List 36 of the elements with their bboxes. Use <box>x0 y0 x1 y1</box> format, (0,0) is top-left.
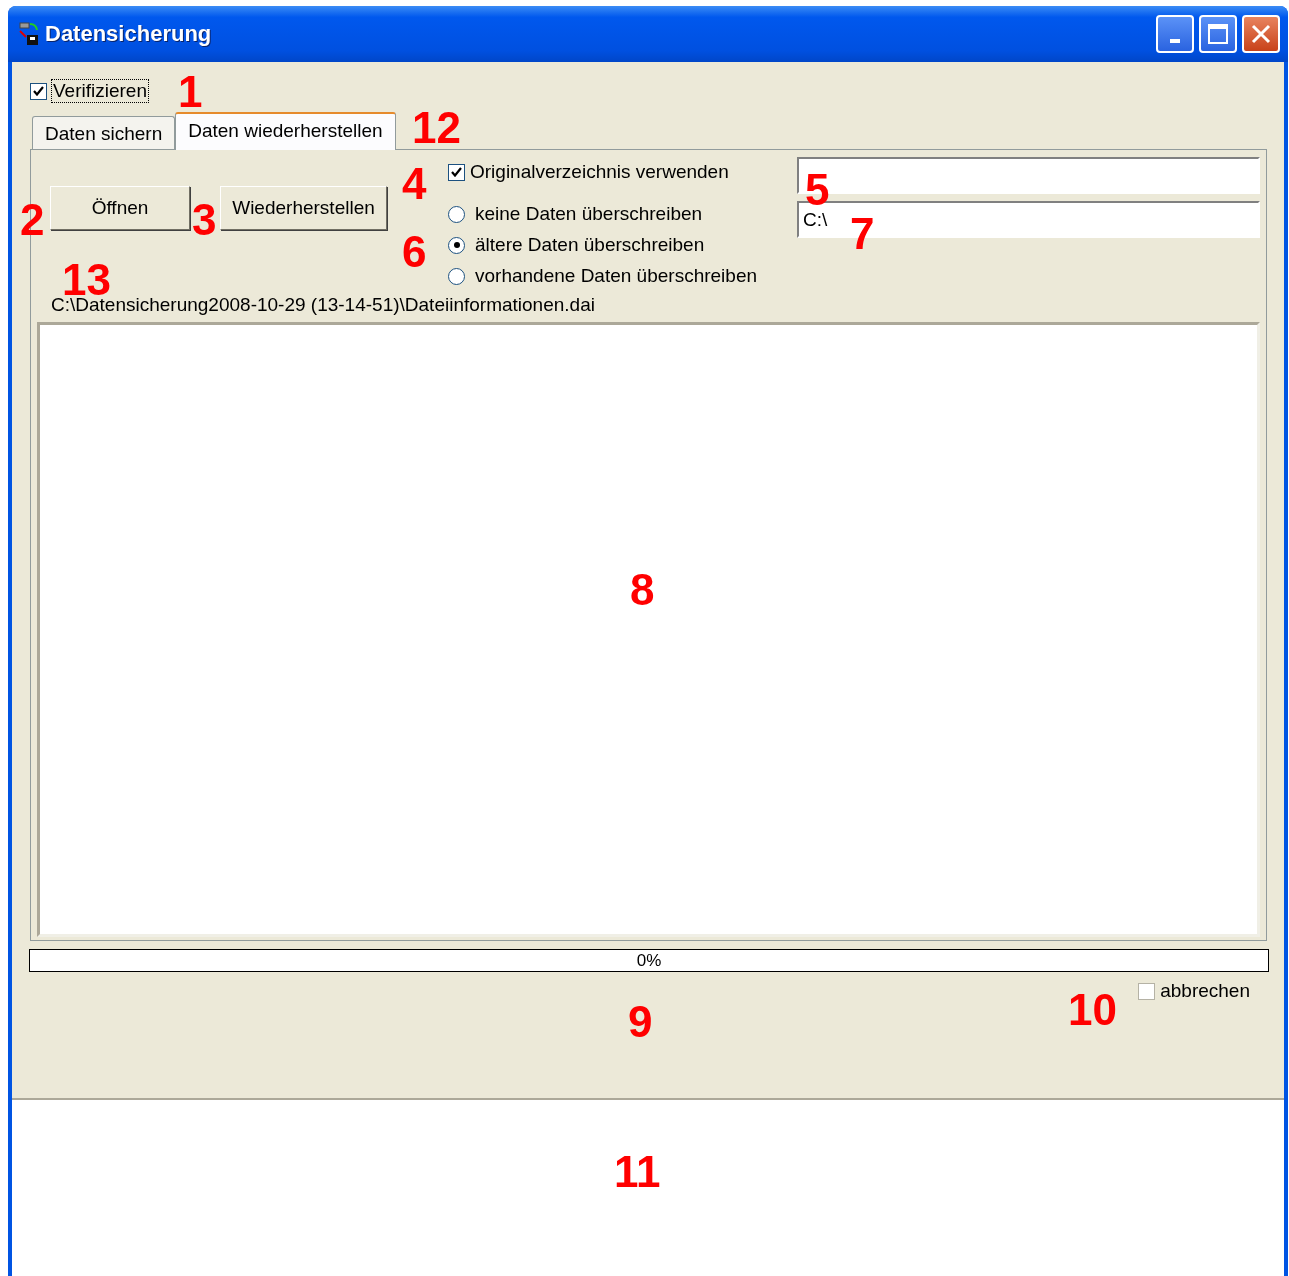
verify-label[interactable]: Verifizieren <box>52 80 148 102</box>
maximize-button[interactable] <box>1199 15 1237 53</box>
callout-number: 9 <box>628 1000 653 1044</box>
callout-number: 2 <box>20 198 45 242</box>
radio-label: vorhandene Daten überschreiben <box>475 265 758 287</box>
backup-app-icon <box>18 22 40 46</box>
abort-label: abbrechen <box>1160 980 1250 1002</box>
checkmark-icon <box>33 86 44 96</box>
callout-number: 12 <box>412 106 461 150</box>
checkmark-icon <box>451 167 462 177</box>
callout-number: 11 <box>614 1150 661 1194</box>
callout-number: 6 <box>402 230 427 274</box>
radio-label: ältere Daten überschreiben <box>475 234 705 256</box>
minimize-icon <box>1170 39 1180 43</box>
checkbox[interactable] <box>30 82 47 100</box>
progress-reading: 0% <box>635 951 663 971</box>
callout-number: 3 <box>192 198 217 242</box>
open-button[interactable]: Öffnen <box>50 186 190 230</box>
close-icon <box>1250 23 1272 45</box>
restore-button[interactable]: Wiederherstellen <box>220 186 387 230</box>
tab[interactable]: Daten wiederherstellen <box>175 112 396 150</box>
callout-number: 10 <box>1068 988 1117 1032</box>
callout-number: 4 <box>402 162 427 206</box>
close-button[interactable] <box>1242 15 1280 53</box>
window-title: Datensicherung <box>45 21 213 47</box>
callout-number: 1 <box>178 70 203 114</box>
checkbox[interactable] <box>448 163 465 181</box>
tab[interactable]: Daten sichern <box>32 116 176 149</box>
maximize-icon <box>1207 23 1229 45</box>
minimize-button[interactable] <box>1156 15 1194 53</box>
use-original-label: Originalverzeichnis verwenden <box>470 161 729 183</box>
callout-number: 8 <box>630 568 655 612</box>
radio-label: keine Daten überschreiben <box>475 203 703 225</box>
radio-button[interactable] <box>448 205 465 223</box>
radio-button[interactable] <box>448 236 465 254</box>
radio-button[interactable] <box>448 267 465 285</box>
